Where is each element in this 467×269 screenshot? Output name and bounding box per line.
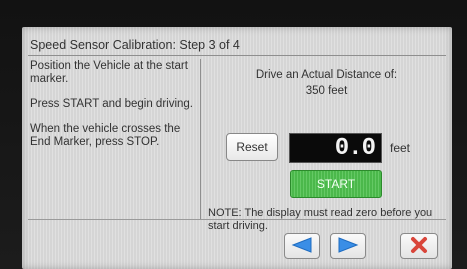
previous-button[interactable] [284,233,320,259]
note-text: NOTE: The display must read zero before … [208,207,433,232]
next-button[interactable] [330,233,366,259]
target-distance: 350 feet [305,85,348,97]
start-button[interactable]: START [290,170,382,198]
distance-unit: feet [390,141,411,155]
drive-label: Drive an Actual Distance of: [255,69,398,81]
distance-display-value: 0.0 [334,134,376,162]
arrow-right-icon [337,236,359,256]
device-bezel: Speed Sensor Calibration: Step 3 of 4 Po… [0,0,467,269]
close-icon [410,236,428,257]
drive-instruction: Drive an Actual Distance of: 350 feet [204,67,449,99]
instruction-step-1: Position the Vehicle at the start marker… [30,60,188,85]
close-button[interactable] [400,233,438,259]
reset-button[interactable]: Reset [226,133,278,161]
calibration-screen: Speed Sensor Calibration: Step 3 of 4 Po… [22,27,452,269]
title-bar: Speed Sensor Calibration: Step 3 of 4 [28,35,446,56]
distance-display: 0.0 [289,133,382,163]
calibration-panel: Drive an Actual Distance of: 350 feet Re… [204,60,449,232]
vertical-divider [200,59,201,219]
instruction-step-2: Press START and begin driving. [30,98,193,110]
instruction-step-3: When the vehicle crosses the End Marker,… [30,123,181,148]
arrow-left-icon [291,236,313,256]
footer-divider [28,219,446,220]
instructions-panel: Position the Vehicle at the start marker… [30,60,198,161]
page-title: Speed Sensor Calibration: Step 3 of 4 [30,38,240,52]
